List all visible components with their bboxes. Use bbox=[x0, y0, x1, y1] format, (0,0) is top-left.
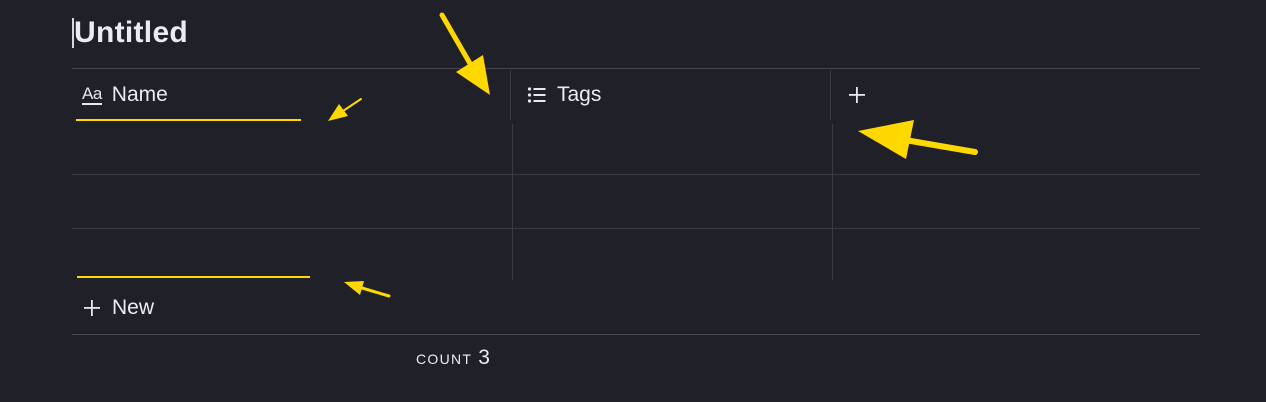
text-property-icon: Aa bbox=[82, 83, 102, 105]
new-row-button[interactable]: New bbox=[72, 286, 154, 330]
add-column-button[interactable] bbox=[831, 70, 1200, 120]
new-row-label: New bbox=[112, 296, 155, 319]
count-summary[interactable]: COUNT 3 bbox=[416, 346, 490, 370]
row-tags-cell[interactable] bbox=[513, 120, 833, 174]
plus-icon bbox=[82, 298, 102, 318]
row-name-cell[interactable] bbox=[72, 175, 512, 229]
table-row[interactable] bbox=[72, 120, 1200, 174]
row-tags-cell[interactable] bbox=[513, 229, 833, 283]
count-value: 3 bbox=[478, 346, 490, 369]
table-bottom-border bbox=[72, 334, 1200, 335]
table-row[interactable] bbox=[72, 175, 1200, 229]
list-icon bbox=[527, 86, 547, 104]
row-name-cell[interactable] bbox=[72, 229, 512, 283]
count-label: COUNT bbox=[416, 347, 473, 369]
page-title[interactable]: Untitled bbox=[74, 14, 188, 52]
row-tags-cell[interactable] bbox=[513, 175, 833, 229]
annotation-arrow bbox=[344, 281, 391, 298]
row-name-cell[interactable] bbox=[72, 120, 512, 174]
column-divider bbox=[832, 124, 833, 280]
plus-icon bbox=[847, 85, 867, 105]
table-top-border bbox=[72, 68, 1200, 69]
column-header-tags[interactable]: Tags bbox=[511, 70, 831, 120]
column-header-name[interactable]: Aa Name bbox=[72, 70, 510, 120]
column-divider bbox=[512, 124, 513, 280]
table-row[interactable] bbox=[72, 229, 1200, 283]
column-header-tags-label: Tags bbox=[557, 83, 602, 106]
column-header-name-label: Name bbox=[111, 83, 168, 106]
